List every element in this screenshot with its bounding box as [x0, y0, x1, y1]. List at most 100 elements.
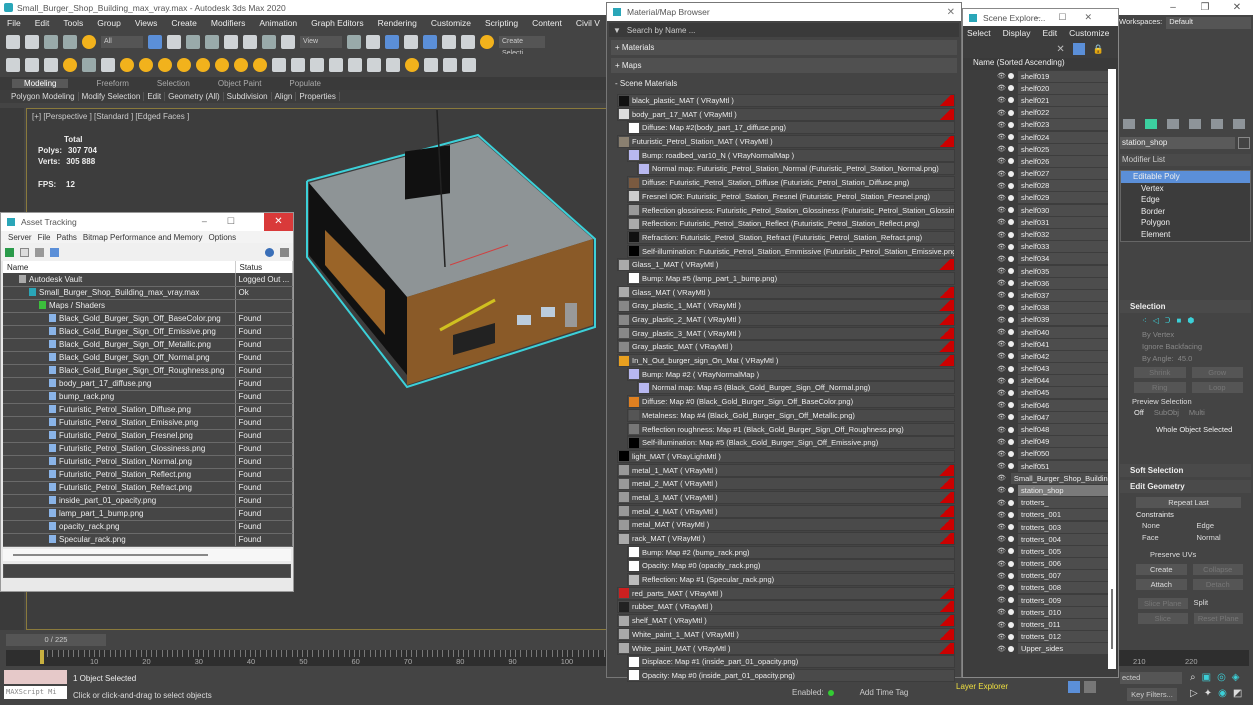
enabled-indicator-icon[interactable]: [827, 689, 834, 696]
edit-named-selection-icon[interactable]: [480, 35, 494, 49]
scene-object-row[interactable]: 👁 shelf023: [963, 119, 1118, 131]
stack-subobject-border[interactable]: Border: [1121, 206, 1250, 218]
asset-row[interactable]: Futuristic_Petrol_Station_Normal.png Foun…: [3, 455, 293, 469]
scene-object-row[interactable]: 👁 trotters_006: [963, 558, 1118, 570]
scene-object-row[interactable]: 👁 shelf043: [963, 363, 1118, 375]
border-level-icon[interactable]: Ↄ: [1165, 316, 1171, 325]
section-materials[interactable]: + Materials: [611, 40, 957, 55]
percent-snap-icon[interactable]: [442, 35, 456, 49]
polygon-level-icon[interactable]: ■: [1176, 316, 1181, 325]
scene-object-row[interactable]: 👁 trotters_010: [963, 606, 1118, 618]
stack-subobject-vertex[interactable]: Vertex: [1121, 183, 1250, 195]
geometry-object-icon[interactable]: [1008, 280, 1014, 287]
constraint-edge-radio[interactable]: Edge: [1197, 521, 1252, 530]
help-icon[interactable]: [265, 247, 274, 257]
material-item[interactable]: red_parts_MAT ( VRayMtl ): [617, 586, 955, 600]
placement-icon[interactable]: [281, 35, 295, 49]
geometry-object-icon[interactable]: [1008, 121, 1014, 128]
map-item[interactable]: Refraction: Futuristic_Petrol_Station_Re…: [627, 230, 955, 244]
scene-object-row[interactable]: 👁 trotters_004: [963, 533, 1118, 545]
asset-menu-server[interactable]: Server: [5, 233, 35, 242]
select-object-icon[interactable]: [148, 35, 162, 49]
visibility-eye-icon[interactable]: 👁: [997, 499, 1007, 507]
key-filters-button[interactable]: Key Filters...: [1127, 688, 1177, 701]
close-button[interactable]: ✕: [264, 213, 293, 231]
visibility-eye-icon[interactable]: 👁: [997, 633, 1007, 641]
visibility-eye-icon[interactable]: 👁: [997, 109, 1007, 117]
asset-row[interactable]: Black_Gold_Burger_Sign_Off_Roughness.png…: [3, 364, 293, 378]
visibility-eye-icon[interactable]: 👁: [997, 182, 1007, 190]
by-angle-checkbox[interactable]: By Angle:: [1142, 354, 1174, 363]
utilities-tab-icon[interactable]: [1233, 119, 1245, 129]
preview-off-radio[interactable]: Off: [1134, 408, 1144, 417]
vray-dome-icon[interactable]: [139, 58, 153, 72]
section-scene-materials[interactable]: - Scene Materials: [611, 76, 957, 91]
visibility-eye-icon[interactable]: 👁: [997, 267, 1007, 275]
visibility-eye-icon[interactable]: 👁: [997, 365, 1007, 373]
vray-sphere-icon[interactable]: [158, 58, 172, 72]
map-item[interactable]: Diffuse: Futuristic_Petrol_Station_Diffu…: [627, 176, 955, 190]
select-manipulate-icon[interactable]: [366, 35, 380, 49]
visibility-eye-icon[interactable]: 👁: [997, 389, 1007, 397]
scene-object-row[interactable]: 👁 trotters_007: [963, 570, 1118, 582]
vray-clipper-icon[interactable]: [348, 58, 362, 72]
grow-button[interactable]: Grow: [1191, 367, 1243, 378]
map-item[interactable]: Diffuse: Map #0 (Black_Gold_Burger_Sign_…: [627, 395, 955, 409]
visibility-eye-icon[interactable]: 👁: [997, 486, 1007, 494]
visibility-eye-icon[interactable]: 👁: [997, 231, 1007, 239]
asset-row[interactable]: inside_part_01_opacity.png Found: [3, 494, 293, 508]
asset-row[interactable]: Futuristic_Petrol_Station_Fresnel.png Fou…: [3, 429, 293, 443]
list-view-icon[interactable]: [20, 247, 29, 257]
scene-object-row[interactable]: 👁 shelf020: [963, 82, 1118, 94]
visibility-eye-icon[interactable]: 👁: [997, 84, 1007, 92]
geometry-object-icon[interactable]: [1008, 255, 1014, 262]
layer-toggle-icon[interactable]: [1068, 681, 1080, 693]
visibility-eye-icon[interactable]: 👁: [997, 243, 1007, 251]
section-maps[interactable]: + Maps: [611, 58, 957, 73]
geometry-object-icon[interactable]: [1008, 511, 1014, 518]
layer-explorer-dropdown[interactable]: Layer Explorer: [956, 680, 1056, 694]
asset-row[interactable]: Small_Burger_Shop_Building_max_vray.max O…: [3, 286, 293, 300]
asset-row[interactable]: Maps / Shaders: [3, 299, 293, 313]
scene-object-row[interactable]: 👁 shelf045: [963, 387, 1118, 399]
scene-object-row[interactable]: 👁 shelf021: [963, 94, 1118, 106]
geometry-object-icon[interactable]: [1008, 292, 1014, 299]
ribbon-panel-polygon-modeling[interactable]: Polygon Modeling: [8, 92, 79, 101]
vray-logo-icon[interactable]: [462, 58, 476, 72]
scene-object-row[interactable]: 👁 shelf039: [963, 314, 1118, 326]
redo-icon[interactable]: [25, 35, 39, 49]
visibility-eye-icon[interactable]: 👁: [997, 621, 1007, 629]
visibility-eye-icon[interactable]: 👁: [997, 572, 1007, 580]
scene-menu-edit[interactable]: Edit: [1043, 28, 1058, 38]
visibility-eye-icon[interactable]: 👁: [997, 279, 1007, 287]
scene-object-row[interactable]: 👁 shelf038: [963, 302, 1118, 314]
create-selection-set-dropdown[interactable]: Create Selecti: [499, 36, 545, 57]
angle-spinner[interactable]: 45.0: [1178, 354, 1193, 363]
visibility-eye-icon[interactable]: 👁: [997, 547, 1007, 555]
ribbon-panel-geometry-all-[interactable]: Geometry (All): [165, 92, 224, 101]
workspaces-dropdown[interactable]: Default: [1166, 17, 1252, 29]
scene-object-row[interactable]: 👁 shelf034: [963, 253, 1118, 265]
geometry-object-icon[interactable]: [1008, 438, 1014, 445]
geometry-object-icon[interactable]: [1008, 365, 1014, 372]
map-item[interactable]: Opacity: Map #0 (opacity_rack.png): [627, 559, 955, 573]
visibility-eye-icon[interactable]: 👁: [997, 218, 1007, 226]
slice-button[interactable]: Slice: [1138, 613, 1188, 624]
vault-icon[interactable]: [5, 247, 14, 257]
modify-tab-icon[interactable]: [1145, 119, 1157, 129]
render-setup-icon[interactable]: [25, 58, 39, 72]
create-button[interactable]: Create: [1136, 564, 1187, 575]
scene-object-row[interactable]: 👁 shelf042: [963, 350, 1118, 362]
visibility-eye-icon[interactable]: 👁: [997, 96, 1007, 104]
filter-icon[interactable]: [1072, 43, 1085, 55]
visibility-eye-icon[interactable]: 👁: [997, 170, 1007, 178]
visibility-eye-icon[interactable]: 👁: [997, 474, 1006, 482]
menu-views[interactable]: Views: [128, 18, 165, 28]
preview-subobj-radio[interactable]: SubObj: [1154, 408, 1179, 417]
asset-menu-bitmap-performance-and-memory[interactable]: Bitmap Performance and Memory: [80, 233, 206, 242]
menu-animation[interactable]: Animation: [252, 18, 304, 28]
visibility-eye-icon[interactable]: 👁: [997, 645, 1007, 653]
scene-object-row[interactable]: 👁 shelf049: [963, 436, 1118, 448]
vray-plane-icon[interactable]: [329, 58, 343, 72]
asset-menu-paths[interactable]: Paths: [53, 233, 79, 242]
